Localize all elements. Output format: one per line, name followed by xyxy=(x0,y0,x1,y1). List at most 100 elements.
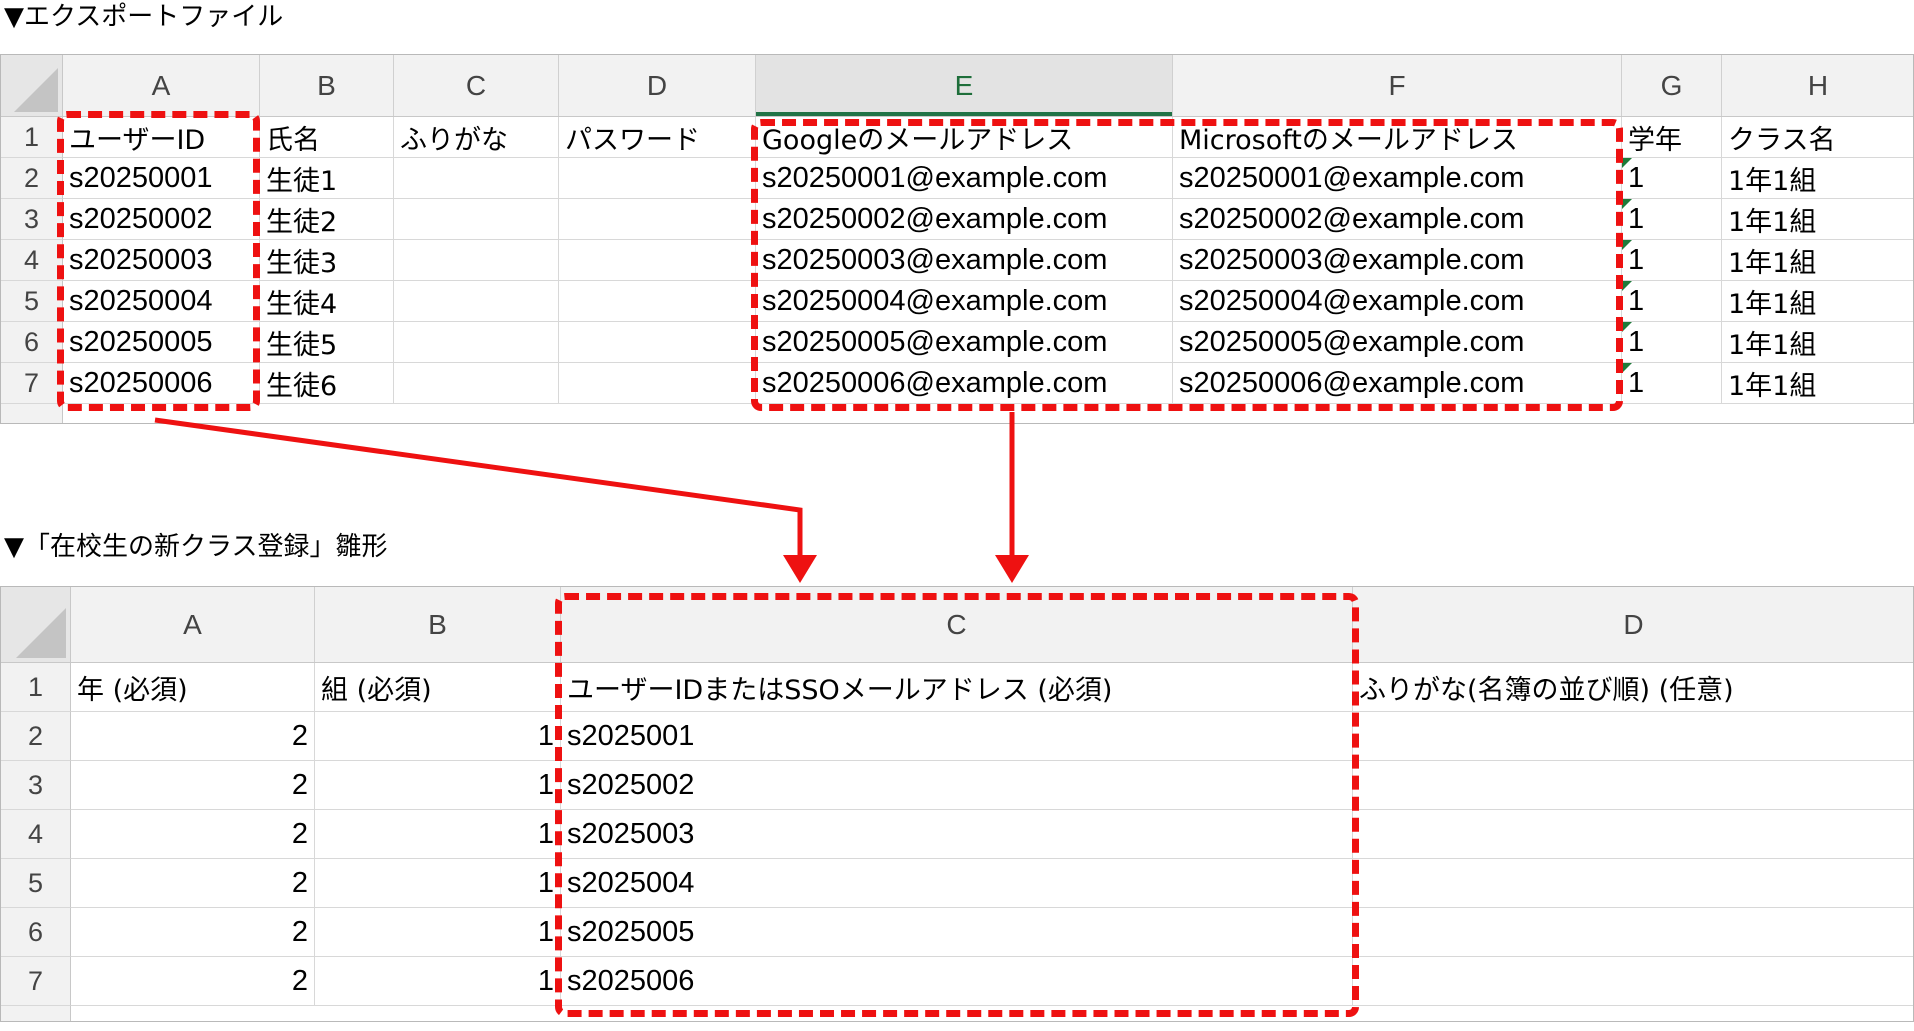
cell-grade[interactable]: 1 xyxy=(1622,199,1722,240)
cell-furigana[interactable] xyxy=(394,281,559,322)
cell-microsoft-email[interactable]: s20250005@example.com xyxy=(1173,322,1622,363)
row-header[interactable]: 3 xyxy=(1,199,63,240)
cell-grade[interactable]: 1 xyxy=(1622,363,1722,404)
cell-class-name[interactable]: 1年1組 xyxy=(1722,240,1913,281)
cell-group[interactable]: 1 xyxy=(315,908,561,957)
column-header-c[interactable]: C xyxy=(561,587,1353,662)
cell-furigana[interactable] xyxy=(1353,810,1913,859)
cell-password[interactable] xyxy=(559,199,756,240)
header-cell-name[interactable]: 氏名 xyxy=(260,117,394,158)
cell-user-id[interactable]: s20250004 xyxy=(63,281,260,322)
row-header[interactable]: 1 xyxy=(1,663,71,712)
header-cell-furigana[interactable]: ふりがな(名簿の並び順) (任意) xyxy=(1353,663,1913,712)
row-header[interactable]: 5 xyxy=(1,859,71,908)
cell-name[interactable]: 生徒6 xyxy=(260,363,394,404)
column-header-f[interactable]: F xyxy=(1173,55,1622,116)
header-cell-user-id-or-sso-email[interactable]: ユーザーIDまたはSSOメールアドレス (必須) xyxy=(561,663,1353,712)
column-header-a[interactable]: A xyxy=(63,55,260,116)
row-header[interactable]: 1 xyxy=(1,117,63,158)
cell-user-id-or-sso-email[interactable]: s2025002 xyxy=(561,761,1353,810)
cell-user-id[interactable]: s20250001 xyxy=(63,158,260,199)
cell-class-name[interactable]: 1年1組 xyxy=(1722,199,1913,240)
cell-grade[interactable]: 1 xyxy=(1622,240,1722,281)
row-header-partial[interactable] xyxy=(1,404,63,423)
cell-year[interactable]: 2 xyxy=(71,761,315,810)
cell-class-name[interactable]: 1年1組 xyxy=(1722,281,1913,322)
cell-group[interactable]: 1 xyxy=(315,761,561,810)
cell-user-id-or-sso-email[interactable]: s2025001 xyxy=(561,712,1353,761)
header-cell-furigana[interactable]: ふりがな xyxy=(394,117,559,158)
cell-class-name[interactable]: 1年1組 xyxy=(1722,158,1913,199)
cell-furigana[interactable] xyxy=(394,322,559,363)
cell-group[interactable]: 1 xyxy=(315,957,561,1006)
cell-password[interactable] xyxy=(559,240,756,281)
cell-grade[interactable]: 1 xyxy=(1622,158,1722,199)
header-cell-year[interactable]: 年 (必須) xyxy=(71,663,315,712)
column-header-a[interactable]: A xyxy=(71,587,315,662)
cell-name[interactable]: 生徒3 xyxy=(260,240,394,281)
cell-user-id[interactable]: s20250003 xyxy=(63,240,260,281)
cell-name[interactable]: 生徒1 xyxy=(260,158,394,199)
cell-user-id[interactable]: s20250002 xyxy=(63,199,260,240)
column-header-e[interactable]: E xyxy=(756,55,1173,116)
cell-user-id-or-sso-email[interactable]: s2025006 xyxy=(561,957,1353,1006)
header-cell-google-email[interactable]: Googleのメールアドレス xyxy=(756,117,1173,158)
cell-furigana[interactable] xyxy=(1353,908,1913,957)
cell-grade[interactable]: 1 xyxy=(1622,322,1722,363)
row-header[interactable]: 7 xyxy=(1,957,71,1006)
column-header-d[interactable]: D xyxy=(1353,587,1913,662)
row-header[interactable]: 7 xyxy=(1,363,63,404)
row-header[interactable]: 3 xyxy=(1,761,71,810)
cell-user-id[interactable]: s20250005 xyxy=(63,322,260,363)
cell-furigana[interactable] xyxy=(1353,859,1913,908)
cell-microsoft-email[interactable]: s20250002@example.com xyxy=(1173,199,1622,240)
cell-google-email[interactable]: s20250006@example.com xyxy=(756,363,1173,404)
row-header[interactable]: 4 xyxy=(1,810,71,859)
cell-year[interactable]: 2 xyxy=(71,712,315,761)
row-header[interactable]: 2 xyxy=(1,712,71,761)
cell-microsoft-email[interactable]: s20250001@example.com xyxy=(1173,158,1622,199)
cell-year[interactable]: 2 xyxy=(71,810,315,859)
cell-password[interactable] xyxy=(559,363,756,404)
header-cell-microsoft-email[interactable]: Microsoftのメールアドレス xyxy=(1173,117,1622,158)
cell-group[interactable]: 1 xyxy=(315,859,561,908)
header-cell-user-id[interactable]: ユーザーID xyxy=(63,117,260,158)
column-header-g[interactable]: G xyxy=(1622,55,1722,116)
header-cell-password[interactable]: パスワード xyxy=(559,117,756,158)
cell-class-name[interactable]: 1年1組 xyxy=(1722,363,1913,404)
column-header-b[interactable]: B xyxy=(315,587,561,662)
cell-year[interactable]: 2 xyxy=(71,957,315,1006)
row-header[interactable]: 6 xyxy=(1,322,63,363)
cell-year[interactable]: 2 xyxy=(71,908,315,957)
cell-grade[interactable]: 1 xyxy=(1622,281,1722,322)
cell-name[interactable]: 生徒5 xyxy=(260,322,394,363)
cell-google-email[interactable]: s20250002@example.com xyxy=(756,199,1173,240)
cell-user-id-or-sso-email[interactable]: s2025004 xyxy=(561,859,1353,908)
header-cell-group[interactable]: 組 (必須) xyxy=(315,663,561,712)
cell-password[interactable] xyxy=(559,158,756,199)
cell-furigana[interactable] xyxy=(394,240,559,281)
row-header[interactable]: 6 xyxy=(1,908,71,957)
cell-name[interactable]: 生徒4 xyxy=(260,281,394,322)
cell-furigana[interactable] xyxy=(1353,761,1913,810)
cell-class-name[interactable]: 1年1組 xyxy=(1722,322,1913,363)
column-header-c[interactable]: C xyxy=(394,55,559,116)
cell-year[interactable]: 2 xyxy=(71,859,315,908)
cell-google-email[interactable]: s20250003@example.com xyxy=(756,240,1173,281)
header-cell-class-name[interactable]: クラス名 xyxy=(1722,117,1913,158)
row-header[interactable]: 5 xyxy=(1,281,63,322)
cell-google-email[interactable]: s20250004@example.com xyxy=(756,281,1173,322)
cell-furigana[interactable] xyxy=(394,158,559,199)
cell-microsoft-email[interactable]: s20250004@example.com xyxy=(1173,281,1622,322)
cell-user-id[interactable]: s20250006 xyxy=(63,363,260,404)
cell-group[interactable]: 1 xyxy=(315,810,561,859)
cell-group[interactable]: 1 xyxy=(315,712,561,761)
row-header[interactable]: 2 xyxy=(1,158,63,199)
cell-name[interactable]: 生徒2 xyxy=(260,199,394,240)
column-header-d[interactable]: D xyxy=(559,55,756,116)
column-header-b[interactable]: B xyxy=(260,55,394,116)
cell-furigana[interactable] xyxy=(1353,957,1913,1006)
cell-furigana[interactable] xyxy=(1353,712,1913,761)
row-header-partial[interactable] xyxy=(1,1006,71,1021)
cell-password[interactable] xyxy=(559,281,756,322)
